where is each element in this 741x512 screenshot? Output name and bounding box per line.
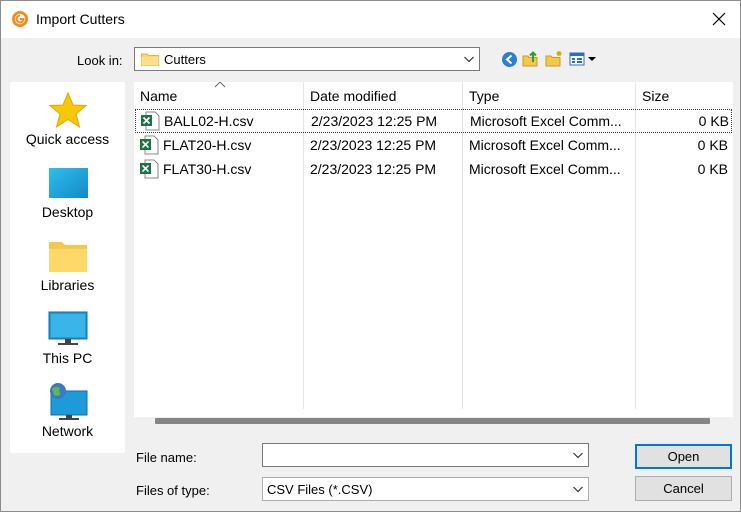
column-header-type[interactable]: Type <box>463 82 636 109</box>
file-type: Microsoft Excel Comm... <box>469 161 621 177</box>
libraries-folder-icon <box>49 242 87 272</box>
close-button[interactable] <box>704 5 734 33</box>
monitor-icon <box>48 311 88 345</box>
column-header-label: Type <box>469 88 500 104</box>
place-label: Desktop <box>41 204 94 220</box>
open-button[interactable]: Open <box>635 444 732 469</box>
file-name-label: File name: <box>136 450 197 465</box>
title-bar: Import Cutters <box>1 1 740 38</box>
look-in-label: Look in: <box>77 53 123 68</box>
star-icon <box>48 91 88 129</box>
horizontal-scrollbar[interactable] <box>134 417 733 428</box>
places-bar: Quick access Desktop Libraries This PC N… <box>10 82 125 453</box>
file-date: 2/23/2023 12:25 PM <box>310 137 437 153</box>
new-folder-button[interactable] <box>544 49 564 69</box>
file-row[interactable]: FLAT30-H.csv 2/23/2023 12:25 PM Microsof… <box>134 157 733 181</box>
window-title: Import Cutters <box>36 11 125 27</box>
file-size: 0 KB <box>697 137 728 153</box>
chevron-down-icon[interactable] <box>572 449 584 461</box>
up-folder-button[interactable] <box>521 49 541 69</box>
chevron-down-icon <box>464 56 474 63</box>
file-name: BALL02-H.csv <box>164 113 254 129</box>
look-in-value: Cutters <box>164 52 206 67</box>
place-this-pc[interactable]: This PC <box>10 303 125 373</box>
scrollbar-thumb[interactable] <box>155 418 710 424</box>
file-name: FLAT20-H.csv <box>163 137 252 153</box>
excel-csv-icon <box>140 135 159 155</box>
file-name: FLAT30-H.csv <box>163 161 252 177</box>
sort-ascending-icon <box>214 82 226 88</box>
new-folder-icon <box>545 51 562 67</box>
files-of-type-label: Files of type: <box>136 483 210 498</box>
column-header-name[interactable]: Name <box>134 82 304 109</box>
file-type: Microsoft Excel Comm... <box>469 137 621 153</box>
network-icon <box>50 383 88 420</box>
column-header-label: Name <box>140 88 178 104</box>
excel-csv-icon <box>141 111 160 131</box>
close-icon <box>712 12 726 26</box>
look-in-combo[interactable]: Cutters <box>134 47 480 71</box>
column-header-date[interactable]: Date modified <box>304 82 463 109</box>
files-of-type-value: CSV Files (*.CSV) <box>267 482 373 497</box>
place-label: Network <box>41 423 94 439</box>
place-desktop[interactable]: Desktop <box>10 157 125 227</box>
file-list[interactable]: Name Date modified Type Size BALL02-H.cs… <box>134 82 733 428</box>
place-libraries[interactable]: Libraries <box>10 230 125 300</box>
file-row[interactable]: FLAT20-H.csv 2/23/2023 12:25 PM Microsof… <box>134 133 733 157</box>
file-name-input[interactable] <box>262 443 589 467</box>
desktop-icon <box>49 168 88 198</box>
file-type: Microsoft Excel Comm... <box>470 113 622 129</box>
place-network[interactable]: Network <box>10 376 125 446</box>
file-date: 2/23/2023 12:25 PM <box>311 113 438 129</box>
place-label: Libraries <box>40 277 95 293</box>
up-folder-icon <box>522 51 538 67</box>
file-row[interactable]: BALL02-H.csv 2/23/2023 12:25 PM Microsof… <box>135 109 732 133</box>
file-date: 2/23/2023 12:25 PM <box>310 161 437 177</box>
view-menu-button[interactable] <box>568 49 598 69</box>
column-header-size[interactable]: Size <box>636 82 733 109</box>
file-size: 0 KB <box>698 113 729 129</box>
chevron-down-icon <box>573 486 583 493</box>
view-grid-icon <box>569 52 596 66</box>
back-arrow-icon <box>501 51 517 67</box>
place-quick-access[interactable]: Quick access <box>10 84 125 154</box>
files-of-type-select[interactable]: CSV Files (*.CSV) <box>262 477 589 501</box>
import-cutters-dialog: Import Cutters Look in: Cutters Quick ac… <box>0 0 741 512</box>
excel-csv-icon <box>140 159 159 179</box>
back-button[interactable] <box>499 49 519 69</box>
place-label: This PC <box>42 350 93 366</box>
app-logo-icon <box>12 11 28 27</box>
file-size: 0 KB <box>697 161 728 177</box>
cancel-button[interactable]: Cancel <box>635 476 732 501</box>
place-label: Quick access <box>25 131 110 147</box>
column-header-label: Size <box>642 88 670 104</box>
column-header-label: Date modified <box>310 88 397 104</box>
folder-icon <box>141 53 159 66</box>
